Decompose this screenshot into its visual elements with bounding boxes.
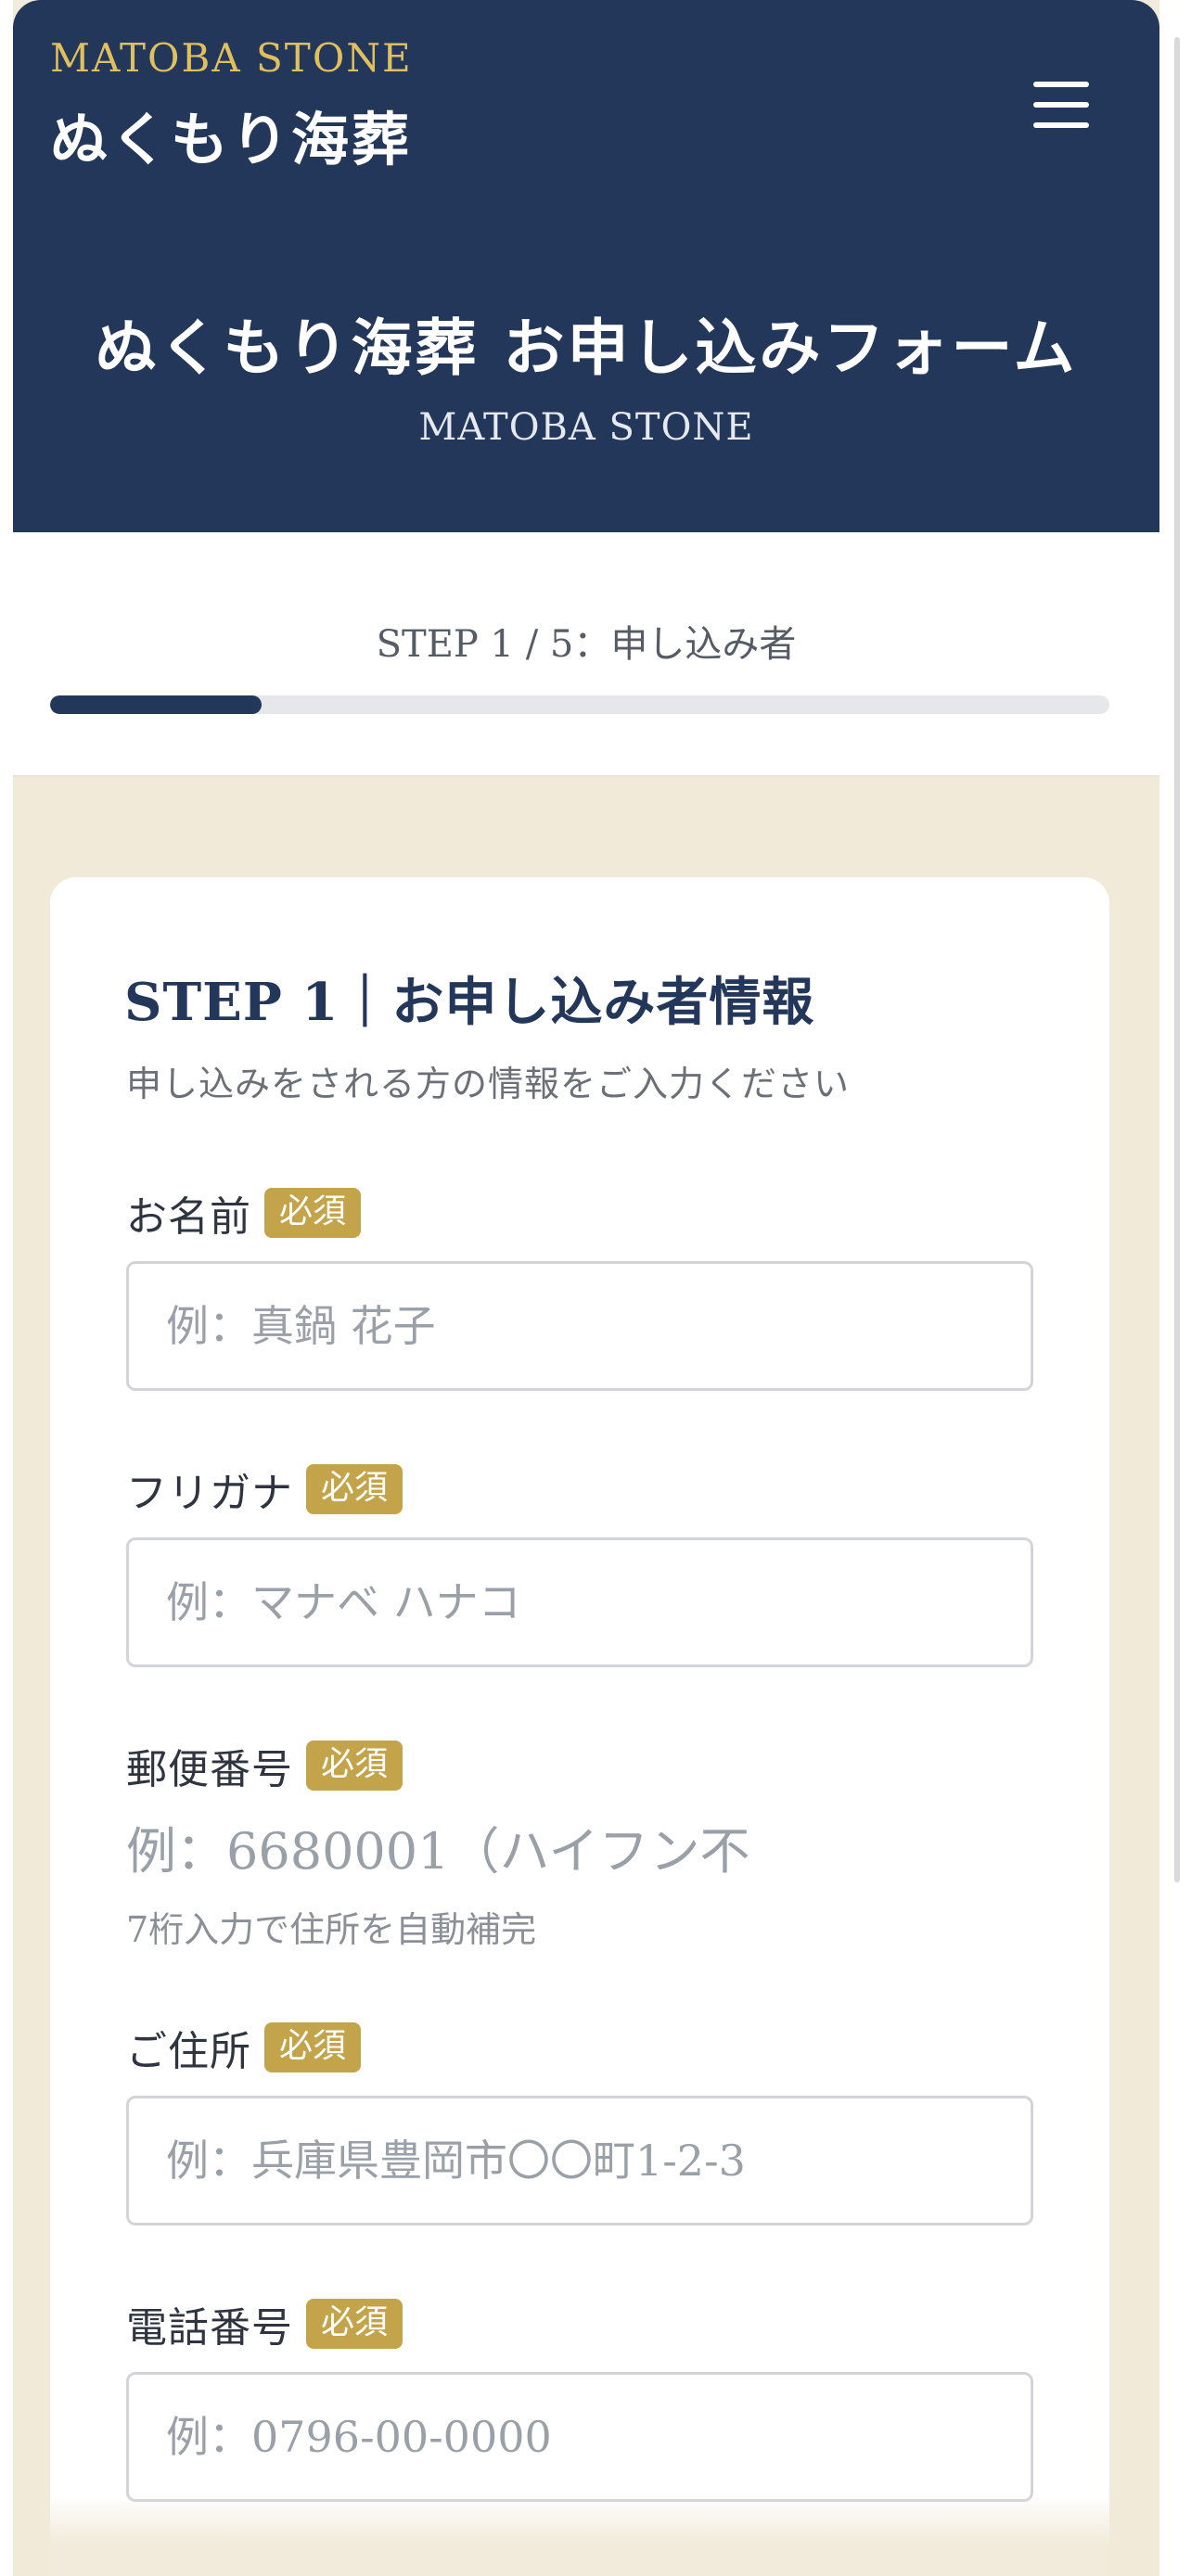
form-card: STEP 1｜お申し込み者情報 申し込みをされる方の情報をご入力ください お名前… [50,877,1109,2576]
furigana-label-text: フリガナ [126,1470,293,1517]
address-label-text: ご住所 [126,2028,251,2075]
progress-label: STEP 1 / 5：申し込み者 [376,623,797,666]
step-description: 申し込みをされる方の情報をご入力ください [126,1064,851,1104]
page-subtitle: MATOBA STONE [418,406,754,449]
name-label-text: お名前 [126,1193,251,1241]
progress-bar-fill [50,695,263,714]
app-viewport: MATOBA STONE ぬくもり海葬 ぬくもり海葬 お申し込みフォーム MAT… [13,0,1159,2576]
name-input[interactable] [126,1261,1033,1391]
progress-bar [50,695,1109,714]
required-badge: 必須 [264,1188,362,1238]
menu-line [1033,102,1089,108]
brand-name-ja[interactable]: ぬくもり海葬 [50,93,412,176]
menu-line [1033,122,1089,128]
bottom-fade [13,2494,1159,2576]
hamburger-menu-icon[interactable] [1033,82,1093,130]
site-header: MATOBA STONE ぬくもり海葬 ぬくもり海葬 お申し込みフォーム MAT… [13,0,1159,532]
menu-line [1033,82,1089,87]
left-edge [0,0,13,2576]
postal-hint: 7桁入力で住所を自動補完 [126,1909,537,1950]
required-badge: 必須 [306,1741,403,1791]
postal-label-text: 郵便番号 [126,1746,293,1793]
required-badge: 必須 [264,2022,362,2072]
right-edge [1159,0,1191,2576]
brand-name-en[interactable]: MATOBA STONE [50,35,413,81]
name-label: お名前 必須 [126,1183,362,1243]
step-progress: STEP 1 / 5：申し込み者 [13,532,1159,777]
page-title: ぬくもり海葬 お申し込みフォーム [95,312,1078,384]
furigana-label: フリガナ 必須 [126,1460,403,1519]
phone-label: 電話番号 必須 [126,2294,403,2353]
furigana-input[interactable] [126,1537,1033,1667]
address-input[interactable] [126,2096,1033,2225]
address-label: ご住所 必須 [126,2018,362,2077]
postal-label: 郵便番号 必須 [126,1736,403,1795]
required-badge: 必須 [306,1464,403,1514]
required-badge: 必須 [306,2299,403,2349]
phone-label-text: 電話番号 [126,2304,293,2352]
step-title: STEP 1｜お申し込み者情報 [124,972,815,1033]
phone-input[interactable] [126,2372,1033,2502]
scrollbar[interactable] [1174,37,1180,1882]
postal-code-input[interactable] [126,1814,775,1888]
